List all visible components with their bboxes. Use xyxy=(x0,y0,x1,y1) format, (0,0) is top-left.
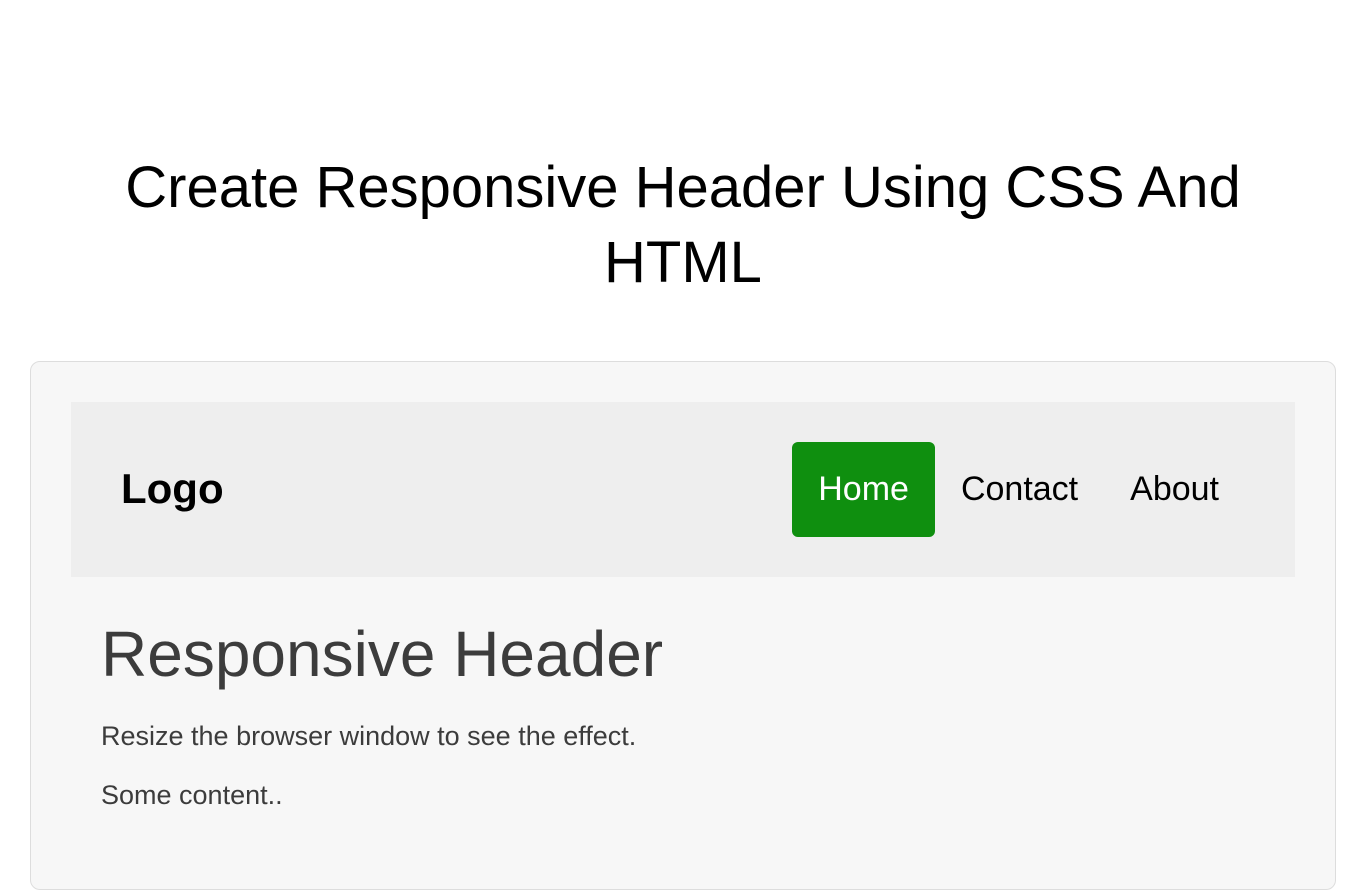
demo-container: Logo Home Contact About Responsive Heade… xyxy=(30,361,1336,890)
content-text-1: Resize the browser window to see the eff… xyxy=(101,721,1265,752)
nav: Home Contact About xyxy=(792,442,1245,537)
nav-contact[interactable]: Contact xyxy=(935,442,1104,537)
logo[interactable]: Logo xyxy=(121,465,224,513)
nav-about[interactable]: About xyxy=(1104,442,1245,537)
content-text-2: Some content.. xyxy=(101,780,1265,811)
content-area: Responsive Header Resize the browser win… xyxy=(71,577,1295,811)
page-title: Create Responsive Header Using CSS And H… xyxy=(0,150,1366,301)
nav-home[interactable]: Home xyxy=(792,442,935,537)
content-heading: Responsive Header xyxy=(101,617,1265,691)
header-bar: Logo Home Contact About xyxy=(71,402,1295,577)
